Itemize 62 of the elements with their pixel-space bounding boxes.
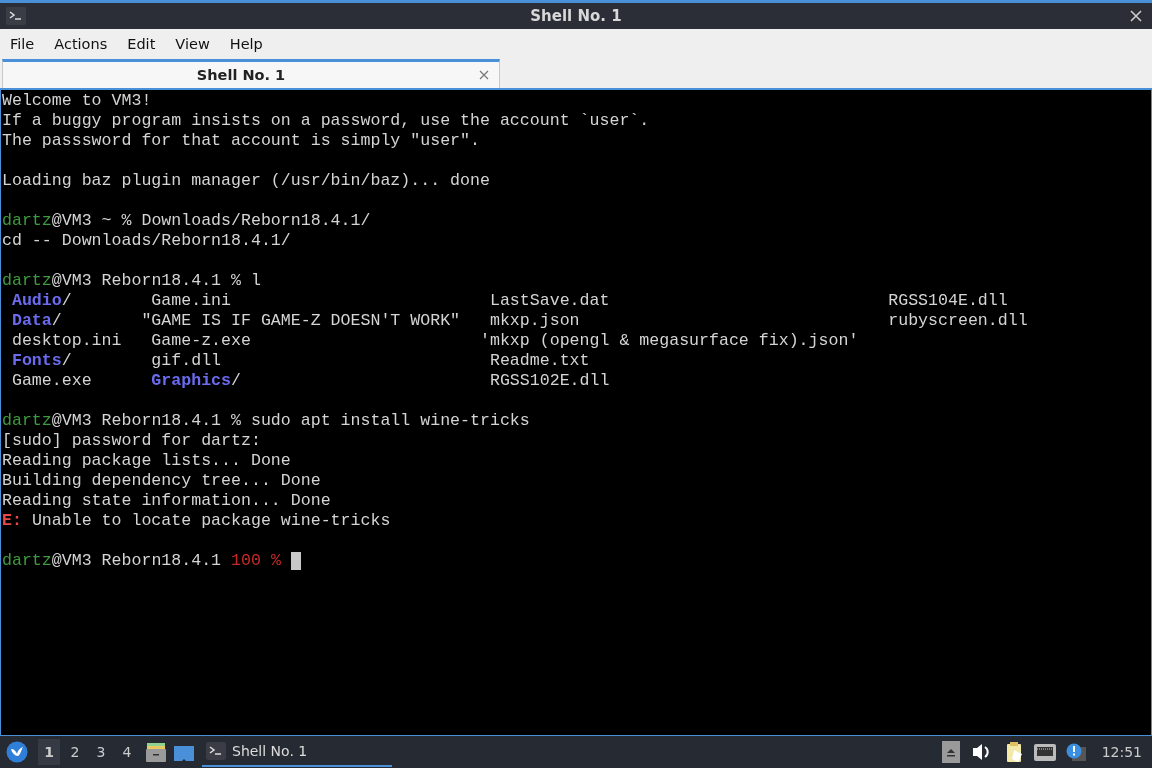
- terminal-text: If a buggy program insists on a password, use the account `user`.: [2, 111, 650, 131]
- window-title: Shell No. 1: [530, 7, 622, 25]
- file-name: Readme.txt: [488, 351, 590, 371]
- folder-name: Fonts/: [10, 351, 72, 371]
- desktop-switcher[interactable]: 2: [64, 739, 86, 765]
- terminal-text: The passsword for that account is simply "user".: [2, 131, 480, 151]
- menu-item[interactable]: Actions: [46, 35, 116, 52]
- terminal-text: @VM3 ~ % Downloads/Reborn18.4.1/: [51, 211, 371, 231]
- clipboard-icon[interactable]: [1005, 741, 1024, 763]
- close-icon[interactable]: [479, 70, 489, 80]
- menu-item[interactable]: Edit: [119, 35, 164, 52]
- menu-item[interactable]: Help: [221, 35, 271, 52]
- terminal-text: Building dependency tree... Done: [2, 471, 321, 491]
- terminal-text: cd -- Downloads/Reborn18.4.1/: [2, 231, 291, 251]
- desktop-switcher[interactable]: 4: [116, 739, 138, 765]
- terminal-text: Welcome to VM3!: [2, 91, 152, 111]
- taskbar-button[interactable]: Shell No. 1: [202, 737, 392, 767]
- clock: 12:51: [1100, 744, 1143, 760]
- desktop-switcher[interactable]: 3: [90, 739, 112, 765]
- error-label: E:: [2, 511, 22, 531]
- terminal-text: Reading package lists... Done: [2, 451, 291, 471]
- user-name: dartz: [2, 271, 52, 291]
- terminal-text: @VM3 Reborn18.4.1: [51, 551, 222, 571]
- terminal-text: @VM3 Reborn18.4.1 % sudo apt install wine-tricks: [51, 411, 530, 431]
- tab[interactable]: Shell No. 1: [2, 59, 500, 88]
- user-name: dartz: [2, 551, 52, 571]
- terminal-icon: [6, 7, 26, 25]
- file-name: "GAME IS IF GAME-Z DOESN'T WORK": [141, 311, 461, 331]
- volume-icon[interactable]: [971, 742, 990, 762]
- start-menu-icon[interactable]: [6, 741, 28, 763]
- terminal-icon: [206, 742, 226, 760]
- network-icon[interactable]: [1033, 742, 1056, 762]
- file-name: desktop.ini: [10, 331, 122, 351]
- user-name: dartz: [2, 211, 52, 231]
- folder-name: Data/: [10, 311, 62, 331]
- menu-item[interactable]: View: [167, 35, 218, 52]
- file-name: gif.dll: [150, 351, 222, 371]
- desktop-switcher[interactable]: 1: [38, 739, 60, 765]
- menu-item[interactable]: File: [2, 35, 43, 52]
- file-name: 'mkxp (opengl & megasurface fix).json': [479, 331, 859, 351]
- exit-status: 100 %: [231, 551, 281, 571]
- terminal-text: @VM3 Reborn18.4.1 % l: [51, 271, 261, 291]
- terminal-text: [sudo] password for dartz:: [2, 431, 261, 451]
- user-name: dartz: [2, 411, 52, 431]
- close-icon[interactable]: [1130, 10, 1142, 22]
- file-name: mkxp.json: [488, 311, 580, 331]
- file-name: LastSave.dat: [488, 291, 610, 311]
- file-name: Game.exe: [10, 371, 92, 391]
- file-name: RGSS104E.dll: [887, 291, 1008, 311]
- terminal-text: Reading state information... Done: [2, 491, 331, 511]
- file-name: Game.ini: [150, 291, 232, 311]
- folder-name: Audio/: [10, 291, 72, 311]
- file-name: rubyscreen.dll: [887, 311, 1028, 331]
- file-name: RGSS102E.dll: [488, 371, 610, 391]
- file-cabinet-icon[interactable]: [146, 742, 166, 762]
- file-name: Game-z.exe: [150, 331, 251, 351]
- desktop-icon[interactable]: [174, 743, 194, 761]
- notification-icon[interactable]: [1065, 743, 1086, 761]
- eject-icon[interactable]: [941, 741, 960, 763]
- folder-name: Graphics/: [150, 371, 241, 391]
- terminal-text: Unable to locate package wine-tricks: [31, 511, 391, 531]
- terminal-text: Loading baz plugin manager (/usr/bin/baz)... done: [2, 171, 490, 191]
